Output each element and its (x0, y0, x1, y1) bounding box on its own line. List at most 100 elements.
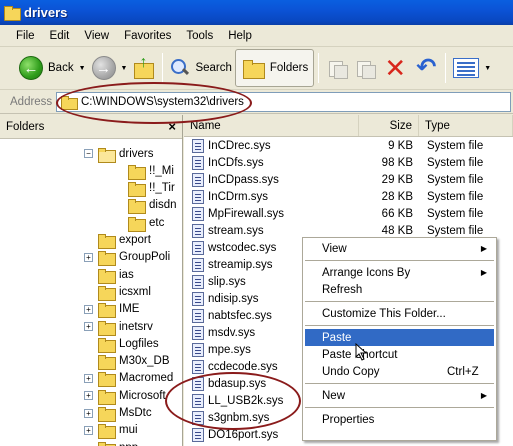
tree-item-12[interactable]: M30x_DB (84, 352, 170, 371)
menu-file[interactable]: File (10, 30, 41, 42)
forward-button[interactable]: → ▼ (89, 50, 131, 86)
file-row[interactable]: InCDrec.sys 9 KB System file (184, 137, 513, 154)
chevron-down-icon[interactable]: ▼ (484, 65, 491, 72)
tree-item-7[interactable]: ias (84, 265, 134, 284)
close-icon[interactable]: × (168, 119, 176, 134)
move-to-button[interactable] (323, 50, 351, 86)
file-name: InCDpass.sys (208, 173, 279, 186)
menu-edit[interactable]: Edit (44, 30, 76, 42)
menu-favorites[interactable]: Favorites (118, 30, 177, 42)
file-row[interactable]: MpFirewall.sys 66 KB System file (184, 205, 513, 222)
expand-icon[interactable]: + (84, 252, 93, 262)
expand-icon[interactable]: + (84, 391, 93, 401)
expand-icon[interactable]: + (84, 373, 93, 383)
back-arrow-icon: ← (19, 56, 43, 80)
menu-tools[interactable]: Tools (180, 30, 219, 42)
menu-item-paste-shortcut[interactable]: Paste Shortcut (305, 346, 494, 363)
tree-item-11[interactable]: Logfiles (84, 334, 159, 353)
file-type: System file (427, 190, 484, 203)
collapse-icon[interactable]: − (84, 149, 93, 158)
tree-item-14[interactable]: + Microsoft (84, 386, 166, 405)
menu-item-new[interactable]: New ▶ (305, 387, 494, 404)
folders-button[interactable]: Folders (234, 49, 315, 87)
tree-item-label: etc (149, 216, 165, 229)
system-file-icon (192, 342, 204, 357)
undo-button[interactable]: ↶ (411, 50, 441, 86)
menu-item-label: View (322, 242, 347, 255)
toolbar: ← Back ▼ → ▼ Search Folders ✕ ↶ ▼ (0, 47, 513, 90)
menu-separator (305, 301, 494, 302)
system-file-icon (192, 206, 204, 221)
menu-view[interactable]: View (78, 30, 115, 42)
tree-item-15[interactable]: + MsDtc (84, 404, 152, 423)
system-file-icon (192, 308, 204, 323)
file-row[interactable]: InCDfs.sys 98 KB System file (184, 154, 513, 171)
system-file-icon (192, 189, 204, 204)
up-button[interactable] (130, 50, 158, 86)
tree-item-label: GroupPoli (119, 251, 171, 264)
expand-icon[interactable]: + (84, 304, 93, 314)
menu-item-customize-folder[interactable]: Customize This Folder... (305, 305, 494, 322)
chevron-down-icon[interactable]: ▼ (79, 65, 86, 72)
menu-item-undo-copy[interactable]: Undo Copy Ctrl+Z (305, 363, 494, 380)
folder-icon (128, 216, 146, 232)
toolbar-separator (445, 53, 447, 83)
move-to-icon (326, 57, 349, 79)
tree-item-10[interactable]: + inetsrv (84, 317, 153, 336)
menu-item-label: Customize This Folder... (322, 307, 446, 320)
folder-icon (98, 441, 116, 446)
menu-item-refresh[interactable]: Refresh (305, 281, 494, 298)
file-name: InCDrm.sys (208, 190, 269, 203)
file-type: System file (427, 173, 484, 186)
tree-item-3[interactable]: disdn (114, 196, 177, 215)
tree-item-9[interactable]: + IME (84, 300, 139, 319)
tree-item-17[interactable]: npp (84, 438, 138, 446)
folder-icon (128, 181, 146, 198)
address-value[interactable]: C:\WINDOWS\system32\drivers (81, 96, 244, 108)
file-size: 48 KB (381, 224, 413, 237)
menu-separator (305, 407, 494, 408)
tree-item-16[interactable]: + mui (84, 421, 138, 440)
tree-item-0[interactable]: − drivers (84, 144, 154, 163)
folders-label: Folders (269, 62, 309, 74)
file-type: System file (427, 156, 484, 169)
tree-item-5[interactable]: export (84, 231, 151, 250)
back-button[interactable]: ← Back ▼ (16, 50, 89, 86)
tree-item-2[interactable]: !!_Tir (114, 179, 175, 198)
copy-to-button[interactable] (351, 50, 379, 86)
tree-item-6[interactable]: + GroupPoli (84, 248, 170, 267)
tree-item-13[interactable]: + Macromed (84, 369, 173, 388)
tree-item-1[interactable]: !!_Mi (114, 161, 174, 180)
file-row[interactable]: InCDpass.sys 29 KB System file (184, 171, 513, 188)
menu-help[interactable]: Help (222, 30, 258, 42)
column-type[interactable]: Type (419, 115, 513, 136)
folders-pane-header: Folders × (0, 115, 182, 139)
delete-button[interactable]: ✕ (379, 50, 411, 86)
file-row[interactable]: InCDrm.sys 28 KB System file (184, 188, 513, 205)
address-field[interactable]: C:\WINDOWS\system32\drivers (56, 91, 511, 112)
tree-item-label: disdn (149, 199, 177, 212)
search-button[interactable]: Search (167, 50, 234, 86)
menu-item-view[interactable]: View ▶ (305, 240, 494, 257)
chevron-down-icon[interactable]: ▼ (121, 65, 128, 72)
tree-item-8[interactable]: icsxml (84, 282, 151, 301)
menu-item-arrange-icons[interactable]: Arrange Icons By ▶ (305, 264, 494, 281)
expand-icon[interactable]: + (84, 322, 93, 331)
menu-item-properties[interactable]: Properties (305, 411, 494, 428)
title-bar[interactable]: drivers (0, 0, 513, 25)
menu-item-paste[interactable]: Paste (305, 329, 494, 346)
system-file-icon (192, 274, 204, 289)
system-file-icon (192, 291, 204, 306)
column-name[interactable]: Name (184, 115, 359, 136)
search-label: Search (195, 62, 232, 74)
file-name-cell: InCDrm.sys (184, 189, 359, 204)
tree-item-4[interactable]: etc (114, 213, 164, 232)
folder-icon (98, 250, 116, 267)
expand-icon[interactable]: + (84, 408, 93, 418)
expand-icon[interactable]: + (84, 425, 93, 435)
column-size[interactable]: Size (359, 115, 419, 136)
submenu-arrow-icon: ▶ (480, 391, 487, 400)
views-button[interactable]: ▼ (450, 50, 494, 86)
folder-icon (3, 5, 21, 21)
